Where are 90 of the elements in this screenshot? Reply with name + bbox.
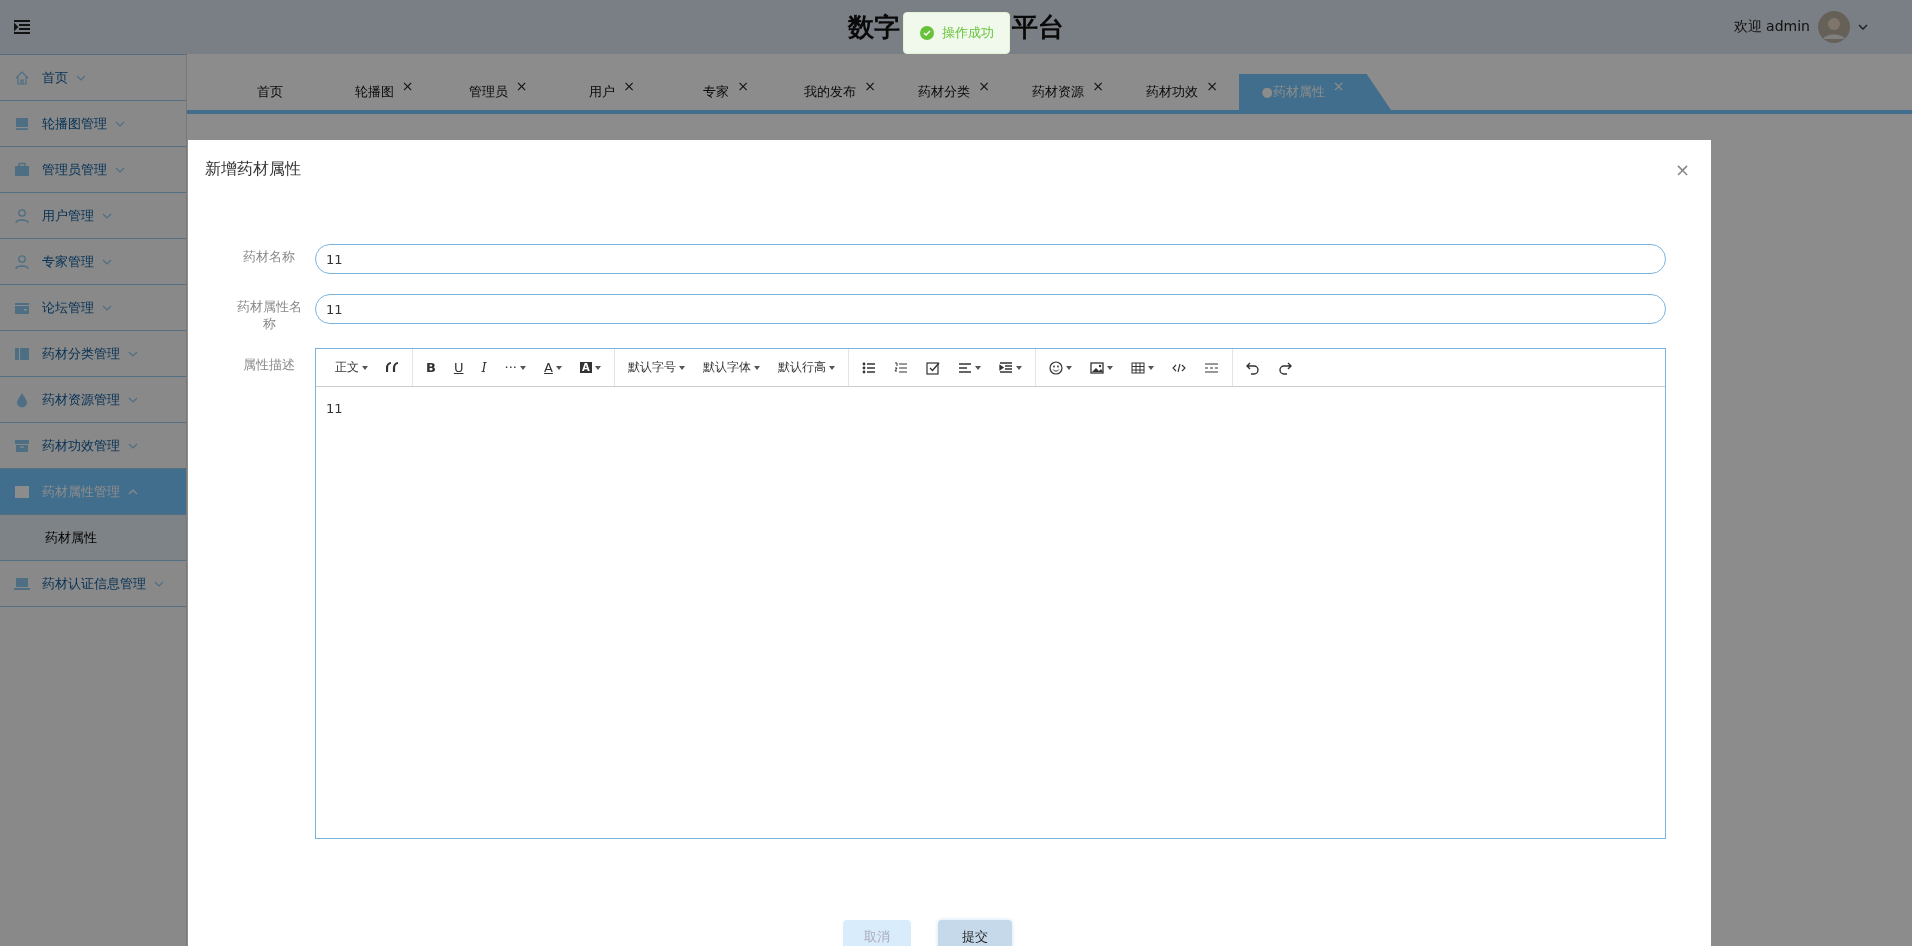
- caret-icon: [678, 365, 685, 370]
- format-button[interactable]: A: [579, 362, 592, 373]
- tab[interactable]: 专家 ×: [669, 74, 783, 110]
- close-icon[interactable]: ×: [401, 78, 414, 94]
- table-icon[interactable]: [1130, 360, 1145, 375]
- numbered-list-icon[interactable]: [893, 360, 908, 375]
- laptop-icon: [14, 575, 30, 592]
- bulleted-list-icon[interactable]: [861, 360, 876, 375]
- submit-button[interactable]: 提交: [937, 920, 1012, 946]
- format-button[interactable]: U: [453, 360, 464, 375]
- tab[interactable]: 用户 ×: [555, 74, 669, 110]
- archive-icon: [14, 437, 30, 454]
- align-left-icon[interactable]: [957, 360, 972, 375]
- tab[interactable]: 药材分类 ×: [897, 74, 1011, 110]
- chevron-down-icon: [128, 442, 138, 449]
- field-label: 药材属性名称: [236, 298, 302, 332]
- close-icon[interactable]: ×: [864, 78, 876, 94]
- close-icon[interactable]: ×: [623, 78, 635, 94]
- person-icon: [14, 207, 30, 224]
- editor-text: 11: [325, 400, 344, 418]
- chevron-down-icon: [115, 120, 125, 127]
- close-icon[interactable]: ×: [515, 78, 528, 94]
- window-icon: [14, 483, 30, 500]
- submenu-item[interactable]: 药材属性: [0, 515, 186, 560]
- sidebar-item[interactable]: 论坛管理: [0, 285, 186, 331]
- indent-icon[interactable]: [998, 360, 1013, 375]
- welcome-text: 欢迎 admin: [1733, 18, 1810, 36]
- close-icon[interactable]: ×: [737, 78, 749, 94]
- toast-message: 操作成功: [941, 24, 994, 42]
- tab[interactable]: 轮播图 ×: [327, 74, 441, 110]
- checkbox-icon[interactable]: [925, 360, 940, 375]
- chevron-up-icon: [128, 488, 138, 495]
- chevron-down-icon: [154, 580, 164, 587]
- sidebar-item[interactable]: 药材认证信息管理: [0, 561, 186, 607]
- field-label: 属性描述: [242, 356, 296, 373]
- caret-icon: [828, 365, 835, 370]
- title-text: 数字: [848, 10, 900, 44]
- divider-line-icon[interactable]: [1203, 360, 1219, 375]
- rich-text-editor[interactable]: 正文 B U I ··· A A 默认字号 默认字体 默认行高 11: [315, 348, 1666, 839]
- close-icon[interactable]: ×: [1092, 78, 1104, 94]
- dropdown[interactable]: 默认行高: [777, 359, 826, 376]
- sidebar-item[interactable]: 管理员管理: [0, 147, 186, 193]
- image-icon[interactable]: [1089, 360, 1104, 375]
- close-icon[interactable]: ×: [1674, 158, 1690, 180]
- tab[interactable]: 药材功效 ×: [1125, 74, 1239, 110]
- sidebar-item[interactable]: 药材分类管理: [0, 331, 186, 377]
- chevron-down-icon: [102, 212, 112, 219]
- dropdown[interactable]: 默认字体: [702, 359, 751, 376]
- caret-icon: [362, 365, 368, 370]
- field-label: 药材名称: [242, 248, 296, 265]
- dropdown[interactable]: 正文: [335, 359, 359, 376]
- menu-icon[interactable]: [14, 20, 30, 34]
- title-text: 平台: [1012, 10, 1064, 44]
- chevron-down-icon: [115, 166, 125, 173]
- success-icon: [919, 26, 934, 40]
- tab[interactable]: 管理员 ×: [441, 74, 555, 110]
- chevron-down-icon: [102, 258, 112, 265]
- person-icon: [14, 253, 30, 270]
- sidebar-item[interactable]: 轮播图管理: [0, 101, 186, 147]
- redo-icon[interactable]: [1277, 360, 1292, 375]
- emoji-icon[interactable]: [1048, 360, 1063, 375]
- tab[interactable]: 首页: [213, 74, 327, 110]
- chevron-down-icon[interactable]: [1858, 24, 1868, 30]
- caret-icon: [753, 365, 760, 370]
- chevron-down-icon: [76, 74, 86, 81]
- chevron-down-icon: [128, 396, 138, 403]
- dialog-title: 新增药材属性: [205, 158, 301, 180]
- sidebar-item[interactable]: 首页: [0, 55, 186, 101]
- chevron-down-icon: [102, 304, 112, 311]
- close-icon[interactable]: ×: [1206, 78, 1218, 94]
- close-icon[interactable]: ×: [978, 78, 990, 94]
- drop-icon: [14, 391, 30, 408]
- input-field[interactable]: 11: [315, 244, 1666, 274]
- sidebar-item[interactable]: 药材资源管理: [0, 377, 186, 423]
- dropdown[interactable]: 默认字号: [627, 359, 676, 376]
- format-button[interactable]: A: [544, 360, 553, 375]
- undo-icon[interactable]: [1245, 360, 1260, 375]
- input-field[interactable]: 11: [315, 294, 1666, 324]
- quote-icon[interactable]: [386, 360, 399, 375]
- sidebar-item[interactable]: 用户管理: [0, 193, 186, 239]
- format-button[interactable]: B: [426, 360, 436, 375]
- tab[interactable]: 我的发布 ×: [783, 74, 897, 110]
- briefcase-icon: [14, 161, 30, 178]
- sidebar-item[interactable]: 专家管理: [0, 239, 186, 285]
- format-button[interactable]: I: [481, 360, 487, 375]
- book-icon: [14, 345, 30, 362]
- tab[interactable]: 药材资源 ×: [1011, 74, 1125, 110]
- format-button[interactable]: ···: [504, 360, 517, 375]
- chevron-down-icon: [128, 350, 138, 357]
- home-icon: [14, 69, 30, 86]
